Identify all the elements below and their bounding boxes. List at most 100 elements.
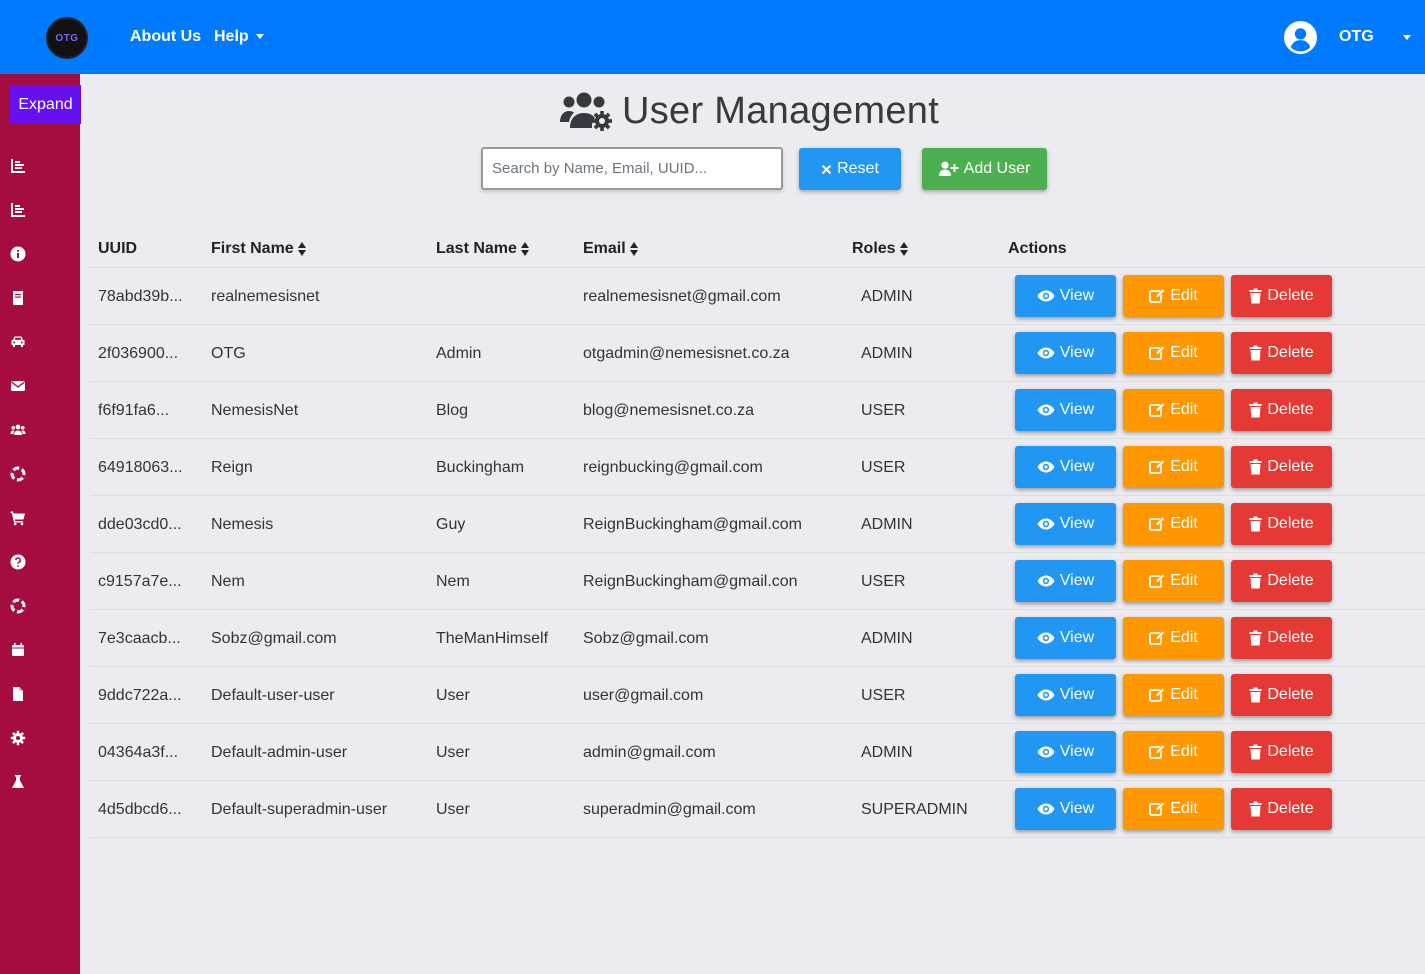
cell-first-name: realnemesisnet — [211, 288, 320, 305]
edit-button[interactable]: Edit — [1123, 674, 1224, 716]
view-button[interactable]: View — [1015, 446, 1116, 488]
view-button[interactable]: View — [1015, 674, 1116, 716]
add-user-button[interactable]: Add User — [922, 148, 1047, 190]
edit-button[interactable]: Edit — [1123, 275, 1224, 317]
book-icon[interactable] — [9, 289, 27, 307]
header-last-name[interactable]: Last Name — [436, 240, 530, 258]
header-roles[interactable]: Roles — [852, 240, 909, 258]
info-circle-icon[interactable] — [9, 245, 27, 263]
trash-icon — [1249, 288, 1262, 304]
view-button[interactable]: View — [1015, 617, 1116, 659]
view-button[interactable]: View — [1015, 731, 1116, 773]
caret-down-icon[interactable] — [1403, 35, 1411, 40]
trash-icon — [1249, 516, 1262, 532]
expand-sidebar-button[interactable]: Expand — [10, 85, 81, 124]
cell-role: USER — [861, 573, 906, 590]
table-row: 2f036900... OTG Admin otgadmin@nemesisne… — [90, 325, 1425, 382]
table-row: 78abd39b... realnemesisnet realnemesisne… — [90, 268, 1425, 325]
nav-about-us-link[interactable]: About Us — [130, 28, 201, 46]
view-button[interactable]: View — [1015, 788, 1116, 830]
chart-bar-icon[interactable] — [9, 157, 27, 175]
eye-icon — [1037, 461, 1055, 473]
header-uuid-label: UUID — [98, 240, 138, 257]
envelope-icon[interactable] — [9, 377, 27, 395]
view-button-label: View — [1059, 572, 1095, 589]
edit-button[interactable]: Edit — [1123, 560, 1224, 602]
cell-last-name: Nem — [436, 573, 470, 590]
nav-help-dropdown[interactable]: Help — [214, 28, 264, 46]
cell-first-name: Reign — [211, 459, 253, 476]
page-title: User Management — [622, 89, 940, 132]
view-button[interactable]: View — [1015, 275, 1116, 317]
life-ring-icon[interactable] — [9, 465, 27, 483]
edit-icon — [1149, 459, 1166, 474]
sidebar: Expand — [0, 74, 81, 974]
delete-button[interactable]: Delete — [1231, 503, 1332, 545]
delete-button[interactable]: Delete — [1231, 674, 1332, 716]
eye-icon — [1037, 689, 1055, 701]
delete-button[interactable]: Delete — [1231, 617, 1332, 659]
edit-button[interactable]: Edit — [1123, 617, 1224, 659]
delete-button[interactable]: Delete — [1231, 560, 1332, 602]
users-table: UUID First Name Last Name Email Roles Ac… — [90, 230, 1425, 838]
header-email-label: Email — [583, 240, 626, 257]
edit-icon — [1149, 516, 1166, 531]
header-email[interactable]: Email — [583, 240, 639, 258]
trash-icon — [1249, 687, 1262, 703]
users-icon[interactable] — [9, 421, 27, 439]
edit-button[interactable]: Edit — [1123, 389, 1224, 431]
delete-button-label: Delete — [1267, 401, 1314, 418]
delete-button[interactable]: Delete — [1231, 275, 1332, 317]
view-button[interactable]: View — [1015, 389, 1116, 431]
table-row: 64918063... Reign Buckingham reignbuckin… — [90, 439, 1425, 496]
cell-role: USER — [861, 687, 906, 704]
delete-button[interactable]: Delete — [1231, 389, 1332, 431]
question-circle-icon[interactable] — [9, 553, 27, 571]
eye-icon — [1037, 290, 1055, 302]
view-button-label: View — [1059, 800, 1095, 817]
cell-first-name: Sobz@gmail.com — [211, 630, 337, 647]
delete-button[interactable]: Delete — [1231, 731, 1332, 773]
calendar-icon[interactable] — [9, 641, 27, 659]
delete-button[interactable]: Delete — [1231, 446, 1332, 488]
flask-icon[interactable] — [9, 773, 27, 791]
life-ring-icon[interactable] — [9, 597, 27, 615]
reset-button[interactable]: Reset — [799, 148, 901, 190]
chart-bar-icon[interactable] — [9, 201, 27, 219]
file-icon[interactable] — [9, 685, 27, 703]
cell-uuid: dde03cd0... — [98, 516, 182, 533]
edit-button[interactable]: Edit — [1123, 503, 1224, 545]
cell-uuid: 4d5dbcd6... — [98, 801, 182, 818]
delete-button-label: Delete — [1267, 800, 1314, 817]
edit-icon — [1149, 630, 1166, 645]
table-row: 7e3caacb... Sobz@gmail.com TheManHimself… — [90, 610, 1425, 667]
search-input[interactable] — [481, 147, 783, 190]
car-icon[interactable] — [9, 333, 27, 351]
user-name-dropdown[interactable]: OTG — [1339, 28, 1374, 46]
sort-icon — [297, 242, 307, 256]
eye-icon — [1037, 632, 1055, 644]
table-row: c9157a7e... Nem Nem ReignBuckingham@gmai… — [90, 553, 1425, 610]
shopping-cart-icon[interactable] — [9, 509, 27, 527]
edit-button[interactable]: Edit — [1123, 332, 1224, 374]
edit-button[interactable]: Edit — [1123, 446, 1224, 488]
cell-uuid: c9157a7e... — [98, 573, 182, 590]
cell-first-name: Nemesis — [211, 516, 274, 533]
cell-role: SUPERADMIN — [861, 801, 968, 818]
view-button[interactable]: View — [1015, 560, 1116, 602]
header-actions-label: Actions — [1008, 240, 1067, 257]
edit-button[interactable]: Edit — [1123, 788, 1224, 830]
user-circle-icon[interactable] — [1284, 21, 1317, 54]
otg-logo[interactable]: OTG — [46, 17, 88, 59]
cell-email: realnemesisnet@gmail.com — [583, 288, 781, 305]
view-button[interactable]: View — [1015, 332, 1116, 374]
cog-icon[interactable] — [9, 729, 27, 747]
cell-last-name: Guy — [436, 516, 466, 533]
delete-button-label: Delete — [1267, 629, 1314, 646]
header-first-name[interactable]: First Name — [211, 240, 307, 258]
delete-button[interactable]: Delete — [1231, 788, 1332, 830]
delete-button[interactable]: Delete — [1231, 332, 1332, 374]
cell-email: reignbucking@gmail.com — [583, 459, 763, 476]
edit-button[interactable]: Edit — [1123, 731, 1224, 773]
view-button[interactable]: View — [1015, 503, 1116, 545]
